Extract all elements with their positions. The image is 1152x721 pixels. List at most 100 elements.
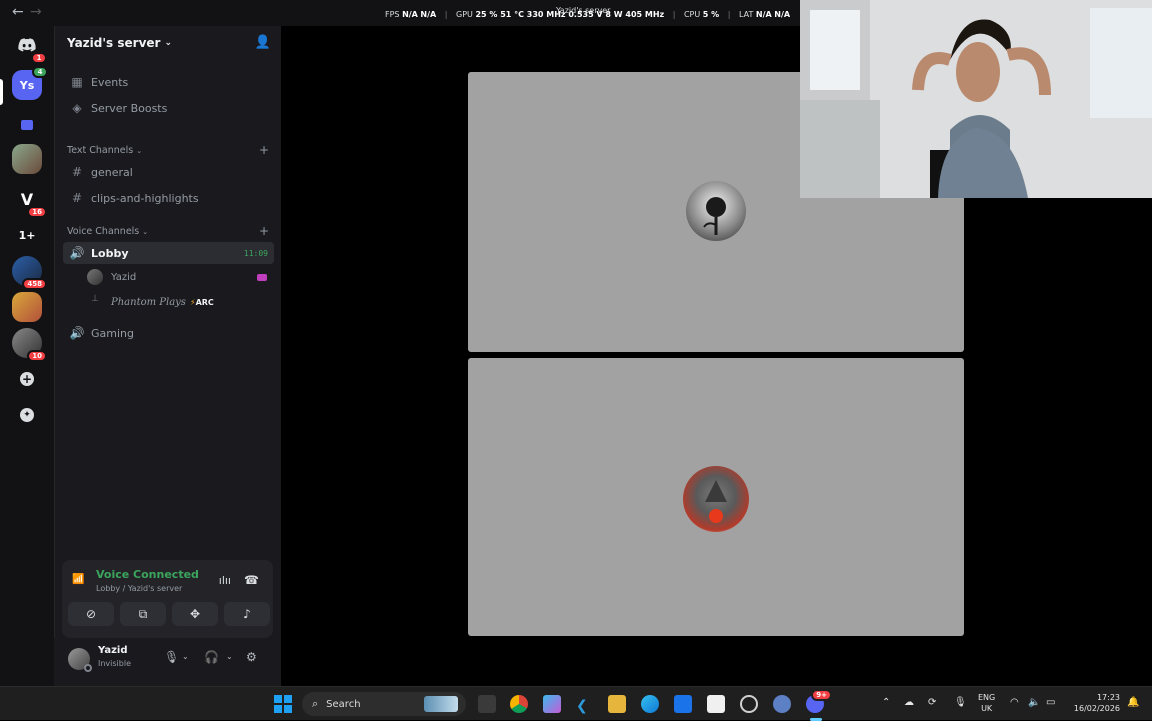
- soundboard-button[interactable]: ♪: [224, 602, 270, 626]
- share-screen-button[interactable]: ⧉: [120, 602, 166, 626]
- avatar: ⊥: [91, 294, 99, 304]
- hash-icon: #: [71, 191, 83, 205]
- server-yazids-server[interactable]: Ys 4: [12, 66, 48, 100]
- add-server-button[interactable]: +: [12, 364, 42, 394]
- edge-icon[interactable]: [641, 695, 659, 713]
- notifications-icon[interactable]: 🔔: [1127, 697, 1139, 708]
- server-boosts-item[interactable]: ◈ Server Boosts: [63, 97, 274, 119]
- signal-icon[interactable]: 📶: [72, 574, 84, 585]
- server-badge-10: 10: [27, 350, 47, 362]
- server-1plus[interactable]: 1+: [12, 220, 42, 250]
- window-title: Yazid's server: [556, 6, 611, 15]
- sync-icon[interactable]: ⟳: [928, 697, 936, 708]
- category-voice-channels[interactable]: Voice Channels ⌄: [67, 226, 148, 237]
- noise-suppression-icon[interactable]: ılıı: [219, 574, 231, 587]
- taskbar-search[interactable]: ⌕ Search: [302, 692, 466, 716]
- search-icon: ⌕: [312, 697, 319, 710]
- vscode-icon[interactable]: ❮: [576, 695, 594, 714]
- discord-taskbar-icon[interactable]: 9+: [806, 689, 832, 713]
- language-code: ENG: [978, 693, 996, 702]
- fps-label: FPS: [385, 10, 400, 19]
- battery-icon[interactable]: ▭: [1046, 697, 1055, 708]
- server-1plus-label: 1+: [18, 228, 36, 242]
- discover-button[interactable]: ✦: [12, 400, 42, 430]
- boosts-label: Server Boosts: [91, 101, 168, 115]
- voice-user-phantom-plays[interactable]: ⊥ Phantom Plays ⚡ARC: [87, 292, 267, 312]
- search-placeholder: Search: [326, 698, 361, 710]
- webcam-overlay: [800, 0, 1152, 198]
- user-name[interactable]: Yazid: [98, 645, 127, 656]
- channel-clips-and-highlights[interactable]: # clips-and-highlights: [63, 187, 274, 209]
- add-member-icon[interactable]: 👤: [255, 35, 271, 50]
- folder-icon: [21, 120, 33, 130]
- windows-taskbar: ⌕ Search ❮ 9+ ⌃ ☁ ⟳ 🎙 ENG UK ◠ 🔈 ▭ 17:23…: [0, 686, 1152, 721]
- chevron-down-icon[interactable]: ⌄: [182, 652, 189, 661]
- language-indicator[interactable]: ENG UK: [978, 692, 995, 714]
- server-folder[interactable]: [12, 110, 42, 140]
- dm-unread-badge: 1: [31, 52, 47, 64]
- compass-icon: ✦: [20, 408, 34, 422]
- voice-category-label: Voice Channels: [67, 226, 140, 237]
- create-voice-channel-icon[interactable]: +: [259, 224, 269, 238]
- volume-icon[interactable]: 🔈: [1028, 697, 1040, 708]
- headphones-icon[interactable]: 🎧: [204, 650, 219, 664]
- chrome-icon[interactable]: [510, 695, 528, 713]
- voice-status-title[interactable]: Voice Connected: [96, 568, 199, 581]
- create-text-channel-icon[interactable]: +: [259, 143, 269, 157]
- forward-arrow-icon[interactable]: →: [30, 4, 42, 20]
- camera-off-button[interactable]: ⊘: [68, 602, 114, 626]
- back-arrow-icon[interactable]: ←: [12, 4, 24, 20]
- outlook-icon[interactable]: [674, 695, 692, 713]
- server-2[interactable]: [12, 144, 42, 174]
- server-ys-label: Ys: [19, 78, 35, 92]
- channel-name: general: [91, 165, 133, 179]
- file-explorer-icon[interactable]: [608, 695, 626, 713]
- screen-share-icon: ⧉: [138, 606, 148, 621]
- channel-name: clips-and-highlights: [91, 191, 199, 205]
- clock[interactable]: 17:23 16/02/2026: [1068, 692, 1120, 714]
- store-icon[interactable]: [707, 695, 725, 713]
- activities-button[interactable]: ✥: [172, 602, 218, 626]
- server-food[interactable]: [12, 292, 42, 322]
- start-button[interactable]: [274, 695, 292, 713]
- voice-channel-gaming[interactable]: 🔊 Gaming: [63, 322, 274, 344]
- windows-logo-icon: [274, 695, 292, 713]
- server-10[interactable]: 10: [12, 328, 47, 362]
- task-view-icon[interactable]: [478, 695, 496, 713]
- fps-value: N/A: [402, 10, 418, 19]
- discord-logo-icon: [18, 38, 36, 52]
- server-458[interactable]: 458: [12, 256, 47, 290]
- channel-name: Lobby: [91, 246, 129, 260]
- cpu-label: CPU: [683, 10, 701, 19]
- hash-icon: #: [71, 165, 83, 179]
- fps-value-2: N/A: [420, 10, 437, 19]
- category-text-channels[interactable]: Text Channels ⌄: [67, 145, 142, 156]
- chevron-down-icon: ⌄: [164, 38, 172, 48]
- chevron-up-icon[interactable]: ⌃: [882, 697, 890, 708]
- boost-icon: ◈: [72, 101, 82, 115]
- voice-connected-panel: 📶 Voice Connected Lobby / Yazid's server…: [62, 560, 273, 638]
- app-icon-2[interactable]: [773, 695, 791, 713]
- app-icon[interactable]: [740, 695, 758, 713]
- server-header[interactable]: Yazid's server ⌄: [55, 26, 282, 60]
- voice-user-yazid[interactable]: Yazid: [87, 267, 267, 287]
- settings-gear-icon[interactable]: ⚙: [246, 650, 257, 664]
- voice-channel-lobby[interactable]: 🔊 Lobby 11:09: [63, 242, 274, 264]
- onedrive-icon[interactable]: ☁: [904, 697, 914, 708]
- copilot-icon[interactable]: [543, 695, 561, 713]
- gpu-label: GPU: [456, 10, 473, 19]
- chevron-down-icon[interactable]: ⌄: [226, 652, 233, 661]
- direct-messages-button[interactable]: 1: [12, 30, 47, 64]
- lat-value-2: N/A: [774, 10, 791, 19]
- server-valorant[interactable]: V 16: [12, 184, 47, 218]
- soundboard-icon: ♪: [243, 607, 251, 621]
- voice-status-subtitle[interactable]: Lobby / Yazid's server: [96, 584, 182, 593]
- wifi-icon[interactable]: ◠: [1010, 697, 1019, 708]
- microphone-icon[interactable]: 🎙: [164, 650, 179, 664]
- disconnect-icon[interactable]: ☎: [244, 573, 259, 587]
- voice-tile-phantom-plays[interactable]: [468, 358, 964, 636]
- channel-general[interactable]: # general: [63, 161, 274, 183]
- events-item[interactable]: ▦ Events: [63, 71, 274, 93]
- microphone-icon[interactable]: 🎙: [954, 697, 967, 708]
- keyboard-layout: UK: [981, 704, 993, 713]
